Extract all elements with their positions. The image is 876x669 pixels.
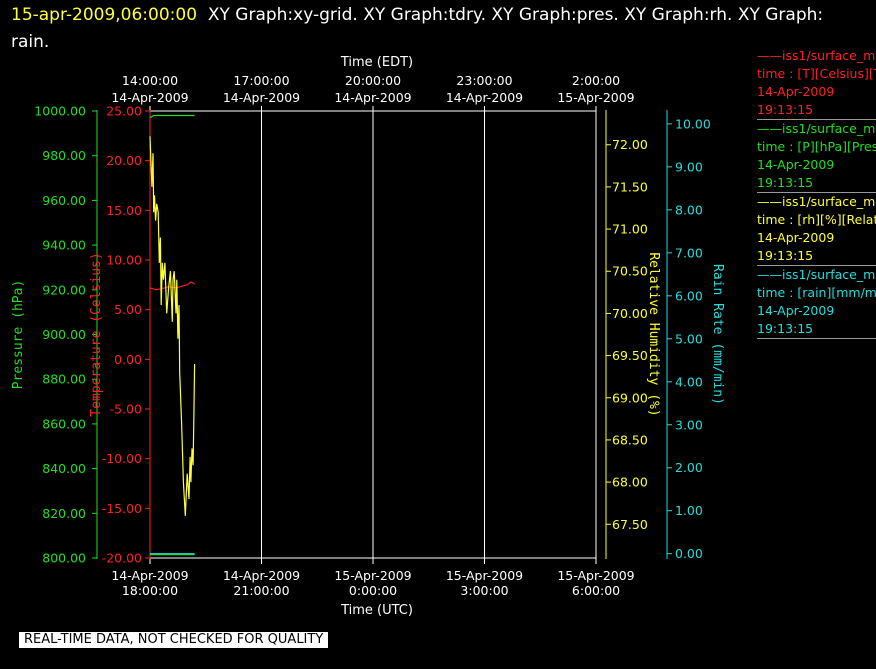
x-tick-label-date: 15-Apr-2009 [446,568,523,583]
x-top-tick-label-time: 23:00:00 [456,73,512,88]
x-top-tick-label-time: 17:00:00 [233,73,289,88]
x-top-tick-label-date: 15-Apr-2009 [557,90,634,105]
x-tick-label-time: 21:00:00 [233,583,289,598]
humidity-tick-label: 72.00 [612,137,648,152]
x-tick-label-time: 6:00:00 [572,583,620,598]
rain-tick-label: 5.00 [675,331,703,346]
legend-entry-temperature[interactable]: ——iss1/surface_me time : [T][Celsius][T … [757,47,876,120]
x-tick-label-date: 14-Apr-2009 [223,568,300,583]
pressure-tick-label: 960.00 [42,193,86,208]
pressure-axis-title: Pressure (hPa) [11,280,26,390]
rain-axis-title: Rain Rate (mm/min) [710,264,725,405]
rain-tick-label: 4.00 [675,374,703,389]
legend-series-time: 19:13:15 [757,248,814,263]
temperature-tick-label: 10.00 [106,253,142,268]
legend-entry-rain[interactable]: ——iss1/surface_me time : [rain][mm/min 1… [757,266,876,339]
legend-series-detail: time : [rh][%][Relati [757,212,876,227]
humidity-tick-label: 69.50 [612,348,648,363]
temperature-tick-label: -15.00 [102,501,142,516]
temperature-axis-title: Temperature (Celsius) [89,252,104,416]
x-tick-label-date: 15-Apr-2009 [334,568,411,583]
rain-tick-label: 10.00 [675,116,711,131]
legend: ——iss1/surface_me time : [T][Celsius][T … [757,47,876,339]
xy-graph: 14-Apr-200918:00:0014-Apr-200921:00:0015… [11,55,725,618]
pressure-tick-label: 920.00 [42,282,86,297]
pressure-tick-label: 840.00 [42,461,86,476]
legend-series-detail: time : [T][Celsius][T [757,66,876,81]
rain-tick-label: 1.00 [675,503,703,518]
legend-series-detail: time : [P][hPa][Pres [757,139,876,154]
pressure-tick-label: 800.00 [42,551,86,566]
legend-series-detail: time : [rain][mm/min [757,285,876,300]
legend-entry-pressure[interactable]: ——iss1/surface_me time : [P][hPa][Pres 1… [757,120,876,193]
humidity-tick-label: 67.50 [612,517,648,532]
humidity-tick-label: 71.00 [612,222,648,237]
temperature-tick-label: 5.00 [114,302,142,317]
x-tick-label-time: 18:00:00 [122,583,178,598]
x-tick-label-date: 15-Apr-2009 [557,568,634,583]
legend-series-date: 14-Apr-2009 [757,84,835,99]
legend-series-time: 19:13:15 [757,102,814,117]
temperature-tick-label: 20.00 [106,153,142,168]
x-top-tick-label-date: 14-Apr-2009 [223,90,300,105]
temperature-tick-label: 25.00 [106,104,142,119]
humidity-tick-label: 70.50 [612,264,648,279]
x-tick-label-date: 14-Apr-2009 [111,568,188,583]
rain-tick-label: 6.00 [675,288,703,303]
x-top-tick-label-date: 14-Apr-2009 [334,90,411,105]
x-top-tick-label-time: 2:00:00 [572,73,620,88]
rain-tick-label: 2.00 [675,460,703,475]
rain-tick-label: 3.00 [675,417,703,432]
temperature-tick-label: -20.00 [102,551,142,566]
legend-series-name: ——iss1/surface_me [757,194,876,209]
pressure-tick-label: 1000.00 [34,104,86,119]
legend-series-date: 14-Apr-2009 [757,303,835,318]
x-top-tick-label-time: 20:00:00 [345,73,401,88]
rain-tick-label: 9.00 [675,159,703,174]
legend-series-name: ——iss1/surface_me [757,48,876,63]
legend-series-date: 14-Apr-2009 [757,157,835,172]
pressure-tick-label: 900.00 [42,327,86,342]
legend-series-date: 14-Apr-2009 [757,230,835,245]
x-axis-title-utc: Time (UTC) [340,603,413,618]
temperature-tick-label: 0.00 [114,352,142,367]
x-top-tick-label-time: 14:00:00 [122,73,178,88]
rain-tick-label: 7.00 [675,245,703,260]
humidity-tick-label: 71.50 [612,179,648,194]
x-tick-label-time: 3:00:00 [460,583,508,598]
rain-tick-label: 8.00 [675,202,703,217]
humidity-tick-label: 70.00 [612,306,648,321]
pressure-tick-label: 880.00 [42,372,86,387]
pressure-series-line [149,114,195,119]
legend-series-time: 19:13:15 [757,175,814,190]
pressure-tick-label: 980.00 [42,148,86,163]
temperature-tick-label: -10.00 [102,451,142,466]
pressure-tick-label: 860.00 [42,416,86,431]
humidity-series-line [149,136,196,516]
temperature-tick-label: 15.00 [106,203,142,218]
humidity-tick-label: 69.00 [612,390,648,405]
humidity-tick-label: 68.50 [612,432,648,447]
pressure-tick-label: 940.00 [42,238,86,253]
humidity-tick-label: 68.00 [612,475,648,490]
legend-series-time: 19:13:15 [757,321,814,336]
quality-warning: REAL-TIME DATA, NOT CHECKED FOR QUALITY [19,632,329,648]
legend-entry-humidity[interactable]: ——iss1/surface_me time : [rh][%][Relati … [757,193,876,266]
x-top-tick-label-date: 14-Apr-2009 [446,90,523,105]
humidity-axis-title: Relative Humidity (%) [646,252,661,416]
x-axis-title-edt: Time (EDT) [340,55,413,70]
legend-series-name: ——iss1/surface_me [757,267,876,282]
x-tick-label-time: 0:00:00 [349,583,397,598]
rain-tick-label: 0.00 [675,546,703,561]
pressure-tick-label: 820.00 [42,506,86,521]
legend-series-name: ——iss1/surface_me [757,121,876,136]
temperature-tick-label: -5.00 [110,402,142,417]
